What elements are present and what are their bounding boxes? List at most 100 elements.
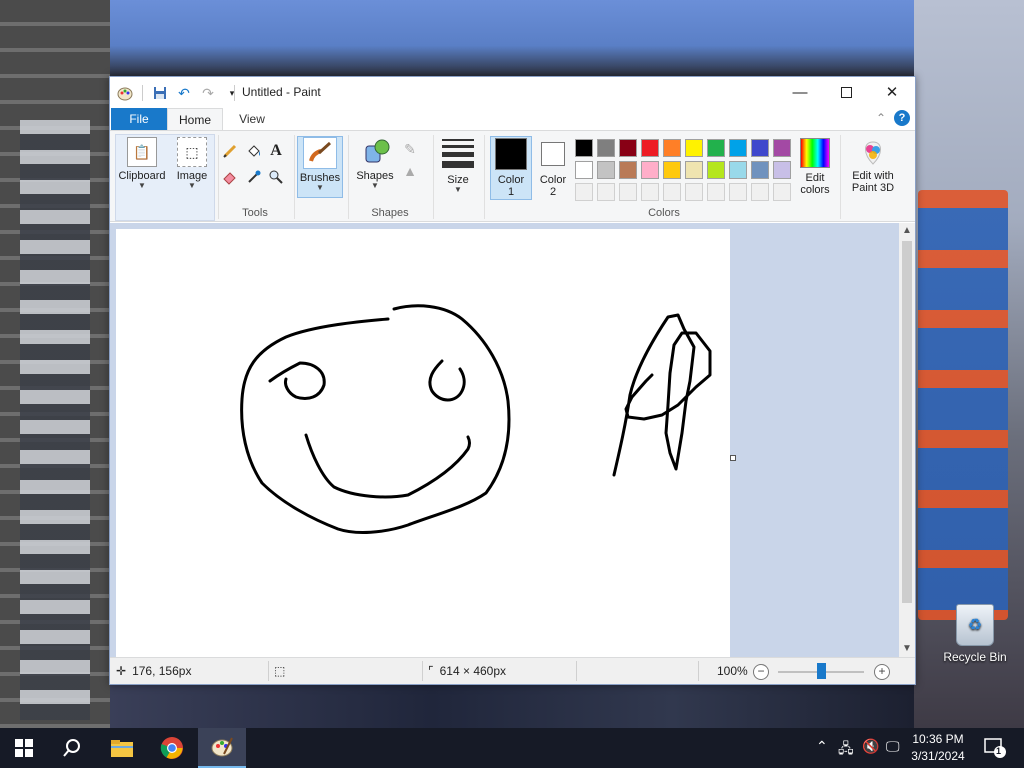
palette-swatch[interactable] [619, 139, 637, 157]
tab-file[interactable]: File [111, 108, 167, 130]
palette-swatch[interactable] [641, 161, 659, 179]
palette-swatch-empty[interactable] [773, 183, 791, 201]
redo-icon[interactable]: ↷ [199, 84, 217, 102]
shapes-button[interactable]: Shapes ▼ [352, 135, 398, 190]
palette-swatch[interactable] [751, 161, 769, 179]
show-hidden-icons-icon[interactable]: ⌃ [816, 738, 828, 755]
palette-swatch[interactable] [575, 161, 593, 179]
palette-swatch-empty[interactable] [619, 183, 637, 201]
canvas-size-icon: ⌜ [428, 664, 434, 678]
recycle-bin-label: Recycle Bin [943, 650, 1007, 664]
notification-count: 1 [996, 746, 1002, 756]
outline-icon[interactable]: ✎ [400, 139, 420, 159]
chevron-down-icon: ▼ [316, 183, 324, 192]
palette-swatch-empty[interactable] [641, 183, 659, 201]
tab-view[interactable]: View [227, 108, 277, 130]
palette-swatch[interactable] [663, 161, 681, 179]
fill-bucket-icon[interactable] [244, 141, 264, 161]
size-button[interactable]: Size ▼ [438, 135, 478, 194]
scroll-up-icon[interactable]: ▲ [899, 223, 915, 239]
brushes-button[interactable]: Brushes ▼ [297, 135, 343, 192]
vertical-scrollbar[interactable]: ▲ ▼ [899, 223, 915, 657]
file-explorer-button[interactable] [98, 728, 146, 768]
display-icon[interactable]: 🖵 [886, 738, 900, 755]
drawing-canvas[interactable] [116, 229, 730, 657]
color2-swatch [541, 142, 565, 166]
tools-group-label: Tools [242, 207, 268, 219]
palette-swatch-empty[interactable] [685, 183, 703, 201]
search-button[interactable] [48, 728, 96, 768]
save-icon[interactable] [151, 84, 169, 102]
chrome-button[interactable] [148, 728, 196, 768]
maximize-button[interactable] [823, 77, 869, 107]
status-divider [698, 661, 699, 681]
palette-swatch[interactable] [707, 161, 725, 179]
palette-swatch-empty[interactable] [575, 183, 593, 201]
palette-swatch[interactable] [641, 139, 659, 157]
palette-swatch[interactable] [685, 161, 703, 179]
color1-button[interactable]: Color 1 [490, 135, 532, 198]
desktop-wallpaper-right-building [918, 190, 1008, 620]
palette-swatch-empty[interactable] [663, 183, 681, 201]
close-button[interactable]: ✕ [869, 77, 915, 107]
magnifier-icon[interactable] [266, 167, 286, 187]
recycle-bin[interactable]: ♻ Recycle Bin [940, 604, 1010, 664]
palette-swatch-empty[interactable] [751, 183, 769, 201]
eraser-icon[interactable] [220, 167, 240, 187]
color-picker-icon[interactable] [244, 167, 264, 187]
drawing-strokes [240, 304, 712, 534]
toolbar-separator [142, 85, 143, 101]
palette-swatch[interactable] [619, 161, 637, 179]
select-icon: ⬚ [177, 137, 207, 167]
colors-group-label: Colors [648, 207, 680, 219]
zoom-slider-thumb[interactable] [817, 663, 826, 679]
cursor-position: ✛ 176, 156px [116, 658, 191, 684]
palette-swatch[interactable] [773, 139, 791, 157]
folder-icon [111, 740, 133, 757]
palette-swatch[interactable] [707, 139, 725, 157]
pencil-icon[interactable] [220, 141, 240, 161]
palette-swatch-empty[interactable] [729, 183, 747, 201]
notification-icon[interactable]: 1 [984, 737, 1006, 762]
canvas-resize-handle[interactable] [730, 455, 736, 461]
customize-qat-dropdown-icon[interactable]: ▾ [223, 84, 241, 102]
palette-swatch-empty[interactable] [707, 183, 725, 201]
edit-with-paint3d-button[interactable]: Edit with Paint 3D [844, 135, 902, 194]
zoom-in-icon[interactable]: + [874, 664, 890, 680]
palette-swatch[interactable] [751, 139, 769, 157]
windows-icon [15, 739, 33, 757]
clock[interactable]: 10:36 PM 3/31/2024 [905, 731, 971, 765]
text-icon[interactable]: A [266, 141, 286, 161]
palette-swatch[interactable] [663, 139, 681, 157]
palette-swatch[interactable] [685, 139, 703, 157]
scrollbar-thumb[interactable] [902, 241, 912, 603]
help-icon[interactable]: ? [894, 110, 910, 126]
paint-app-icon[interactable] [116, 84, 134, 102]
fill-icon[interactable]: ▲ [400, 161, 420, 181]
undo-icon[interactable]: ↶ [175, 84, 193, 102]
group-separator [433, 135, 434, 219]
volume-muted-icon[interactable]: 🔇 [862, 738, 879, 755]
tab-home[interactable]: Home [167, 108, 223, 130]
palette-swatch-empty[interactable] [597, 183, 615, 201]
palette-swatch[interactable] [773, 161, 791, 179]
network-icon[interactable]: 🖧 [838, 738, 854, 762]
palette-swatch[interactable] [729, 139, 747, 157]
palette-swatch[interactable] [729, 161, 747, 179]
image-button[interactable]: ⬚ Image ▼ [168, 135, 216, 190]
selection-size: ⬚ [274, 658, 285, 684]
paint-taskbar-button[interactable] [198, 728, 246, 768]
start-button[interactable] [0, 728, 48, 768]
clipboard-button[interactable]: 📋 Clipboard ▼ [116, 135, 168, 190]
zoom-out-icon[interactable]: − [753, 664, 769, 680]
edit-colors-label-line2: colors [800, 184, 830, 196]
edit-colors-button[interactable]: Edit colors [794, 135, 836, 196]
minimize-ribbon-icon[interactable]: ⌃ [876, 111, 886, 125]
color2-button[interactable]: Color 2 [532, 135, 574, 198]
palette-swatch[interactable] [597, 139, 615, 157]
palette-swatch[interactable] [597, 161, 615, 179]
minimize-button[interactable]: — [777, 77, 823, 107]
palette-swatch[interactable] [575, 139, 593, 157]
scroll-down-icon[interactable]: ▼ [899, 641, 915, 657]
recycle-bin-icon: ♻ [956, 604, 994, 646]
